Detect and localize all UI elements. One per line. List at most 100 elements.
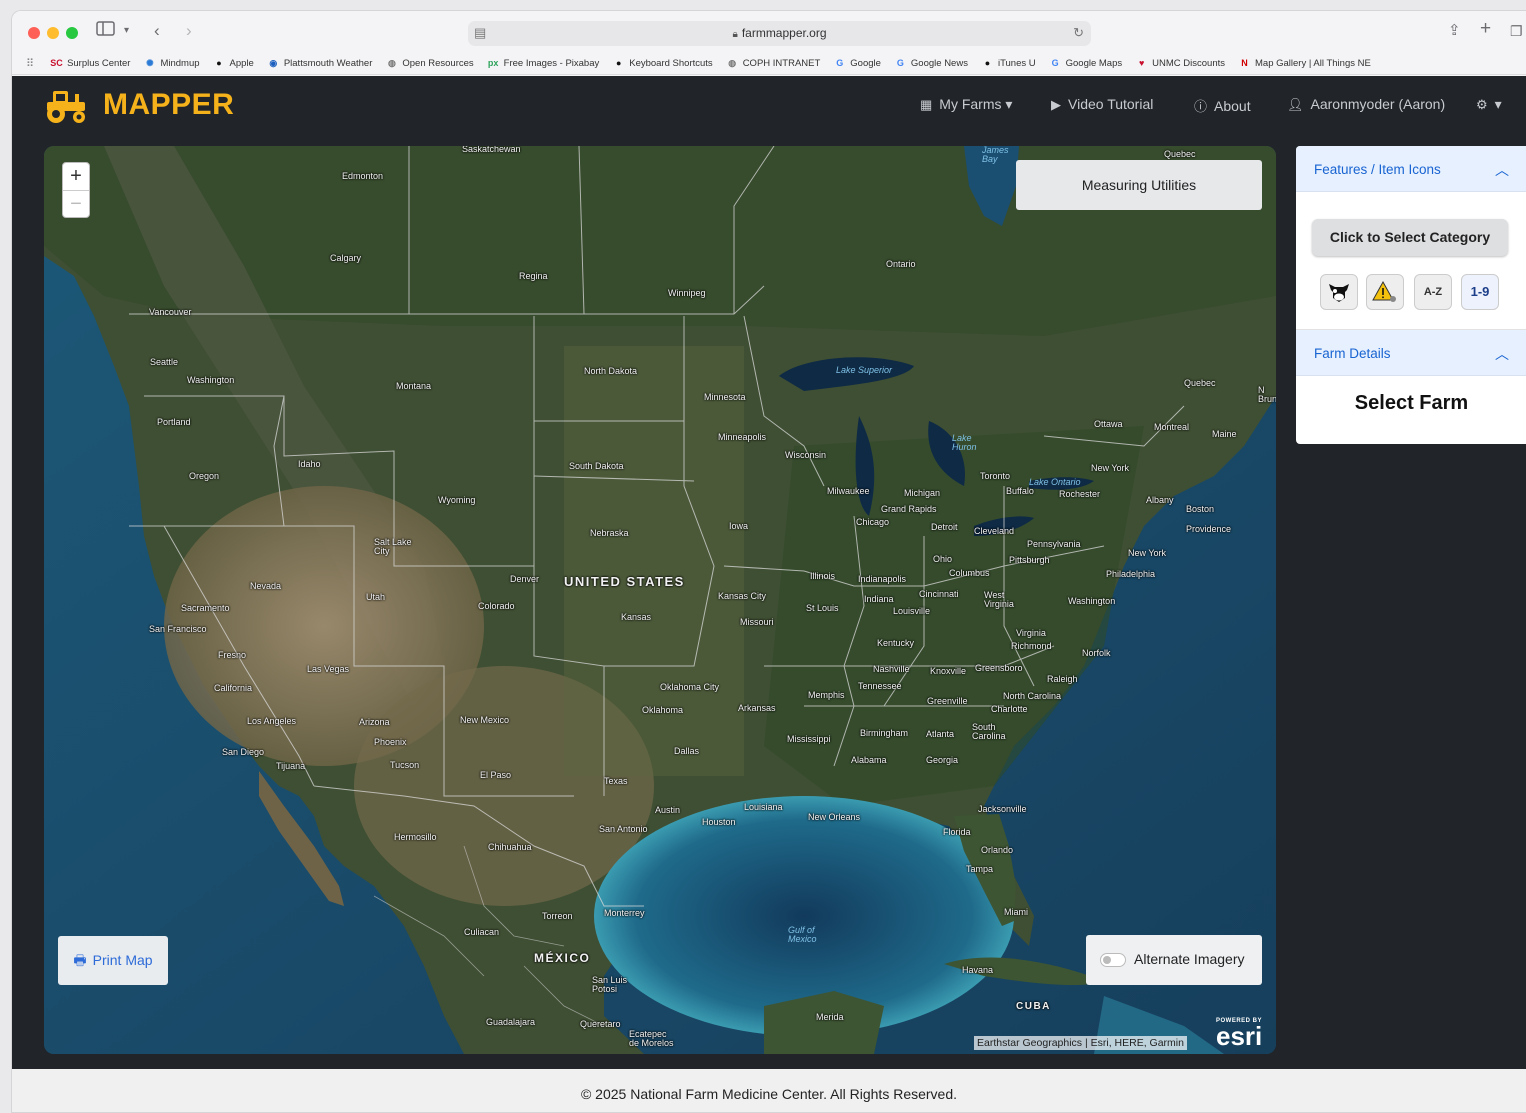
zoom-out-button[interactable]: − [63, 190, 89, 217]
bookmark-item[interactable]: G Google Maps [1049, 58, 1123, 69]
tab-overview-icon[interactable]: ❐ [1510, 21, 1523, 41]
map-label: Raleigh [1047, 674, 1078, 684]
bookmark-item[interactable]: N Map Gallery | All Things NE [1238, 58, 1371, 69]
bookmark-item[interactable]: ◍ Open Resources [385, 58, 474, 69]
map-label: North Dakota [584, 366, 638, 376]
address-bar[interactable]: ▤ 🔒︎ farmmapper.org ↻ [468, 21, 1091, 46]
bookmark-favicon-icon: ♥ [1138, 58, 1145, 68]
map-label: Utah [366, 592, 386, 602]
map-label: Texas [604, 776, 628, 786]
new-tab-icon[interactable]: + [1480, 19, 1491, 39]
print-map-button[interactable]: 🖶︎ Print Map [58, 936, 168, 985]
sidebar-toggle-icon[interactable] [96, 21, 116, 42]
share-icon[interactable]: ⇪ [1448, 21, 1461, 41]
bookmark-label: Mindmup [160, 58, 200, 69]
measuring-utilities-button[interactable]: Measuring Utilities [1016, 160, 1262, 210]
farm-details-accordion-header[interactable]: Farm Details ︿ [1296, 330, 1526, 376]
esri-logo[interactable]: POWERED BY esri [1216, 1018, 1262, 1049]
bookmark-item[interactable]: ● Keyboard Shortcuts [612, 58, 713, 69]
forward-icon[interactable]: › [186, 21, 192, 41]
info-icon: ⓘ [1194, 99, 1208, 114]
map-label: Georgia [926, 755, 959, 765]
animal-icon-button[interactable] [1320, 274, 1358, 310]
zoom-in-button[interactable]: + [63, 163, 89, 190]
hazard-icon-button[interactable] [1366, 274, 1404, 310]
map-label: Detroit [931, 522, 958, 532]
map-view[interactable]: Saskatchewan Edmonton Calgary Regina Win… [44, 146, 1276, 1054]
map-label: Dallas [674, 746, 700, 756]
map-label: Idaho [298, 459, 321, 469]
bookmark-label: Apple [229, 58, 254, 69]
bookmark-item[interactable]: ♥ UNMC Discounts [1135, 58, 1225, 69]
bookmark-item[interactable]: ◍ COPH INTRANET [726, 58, 820, 69]
bookmark-item[interactable]: G Google News [894, 58, 968, 69]
map-label: Salt Lake City [374, 537, 412, 556]
map-label: Missouri [740, 617, 774, 627]
map-label-country: UNITED STATES [564, 574, 685, 589]
map-label-country: CUBA [1016, 1001, 1051, 1012]
select-category-button[interactable]: Click to Select Category [1312, 219, 1508, 256]
map-label: Culiacan [464, 927, 500, 937]
close-window-button[interactable] [28, 27, 40, 39]
map-label: South Carolina [972, 722, 1006, 741]
features-accordion-header[interactable]: Features / Item Icons ︿ [1296, 146, 1526, 192]
zoom-window-button[interactable] [66, 27, 78, 39]
nav-user-label: Aaronmyoder (Aaron) [1310, 96, 1446, 112]
nav-settings[interactable]: ⚙ ▾ [1476, 96, 1502, 113]
nav-about[interactable]: ⓘ About [1194, 96, 1251, 115]
settings-chevron: ▾ [1494, 96, 1502, 112]
reload-icon[interactable]: ↻ [1073, 25, 1084, 41]
map-label: New Orleans [808, 812, 861, 822]
favorites-grid-icon[interactable]: ⠿ [26, 57, 34, 70]
map-label: Montreal [1154, 422, 1190, 432]
nav-video-tutorial[interactable]: ▶ Video Tutorial [1051, 96, 1153, 113]
select-farm-text: Select Farm [1354, 392, 1469, 414]
tab-group-chevron-icon[interactable]: ▾ [124, 21, 129, 41]
bookmark-item[interactable]: px Free Images - Pixabay [487, 58, 599, 69]
map-label: Milwaukee [827, 486, 870, 496]
map-label: Michigan [904, 488, 941, 498]
sort-alpha-button[interactable]: A-Z [1414, 274, 1452, 310]
bookmark-label: Keyboard Shortcuts [629, 58, 713, 69]
bookmark-item[interactable]: ◉ Plattsmouth Weather [267, 58, 372, 69]
alternate-imagery-toggle[interactable] [1100, 953, 1126, 967]
app-navbar: MAPPER ▦ My Farms ▾ ▶ Video Tutorial ⓘ Abou… [12, 76, 1526, 134]
bookmark-item[interactable]: SC Surplus Center [50, 58, 130, 69]
bookmark-item[interactable]: G Google [833, 58, 881, 69]
farm-details-accordion-body: Select Farm [1296, 376, 1526, 444]
minimize-window-button[interactable] [47, 27, 59, 39]
bookmark-item[interactable]: ✺ Mindmup [143, 58, 199, 69]
bookmark-item[interactable]: ● Apple [213, 58, 254, 69]
nav-my-farms[interactable]: ▦ My Farms ▾ [920, 96, 1012, 113]
map-label: Hermosillo [394, 832, 437, 842]
map-label: Merida [816, 1012, 844, 1022]
brand-title[interactable]: MAPPER [103, 88, 234, 122]
farm-details-title: Farm Details [1314, 346, 1391, 361]
nav-user[interactable]: 👤︎ Aaronmyoder (Aaron) [1287, 96, 1445, 113]
map-label: Edmonton [342, 171, 384, 181]
bookmark-favicon-icon: ✺ [146, 58, 154, 68]
back-icon[interactable]: ‹ [154, 21, 160, 41]
map-label: Indiana [864, 594, 894, 604]
bookmark-label: Open Resources [402, 58, 474, 69]
bookmark-favicon-icon: G [1051, 58, 1059, 68]
tractor-icon[interactable] [43, 88, 89, 124]
bookmark-item[interactable]: ● iTunes U [981, 58, 1036, 69]
map-label: Cincinnati [919, 589, 959, 599]
map-label: Nebraska [590, 528, 629, 538]
bookmark-label: Google Maps [1065, 58, 1123, 69]
map-label: Boston [1186, 504, 1215, 514]
nav-my-farms-label: My Farms ▾ [939, 96, 1013, 112]
map-label: Memphis [808, 690, 845, 700]
map-label: Wisconsin [785, 450, 827, 460]
page-footer: © 2025 National Farm Medicine Center. Al… [12, 1069, 1526, 1112]
map-label: San Diego [222, 747, 265, 757]
map-label: South Dakota [569, 461, 624, 471]
browser-window: ▾ ‹ › ▤ 🔒︎ farmmapper.org ↻ ⇪ + ❐ ⠿ SC Sur… [11, 10, 1526, 1113]
map-label: Greenville [927, 696, 968, 706]
map-label: Greensboro [975, 663, 1023, 673]
bookmark-label: Map Gallery | All Things NE [1255, 58, 1371, 69]
map-label: Vancouver [149, 307, 192, 317]
map-label: Iowa [729, 521, 749, 531]
sort-numeric-button[interactable]: 1-9 [1461, 274, 1499, 310]
